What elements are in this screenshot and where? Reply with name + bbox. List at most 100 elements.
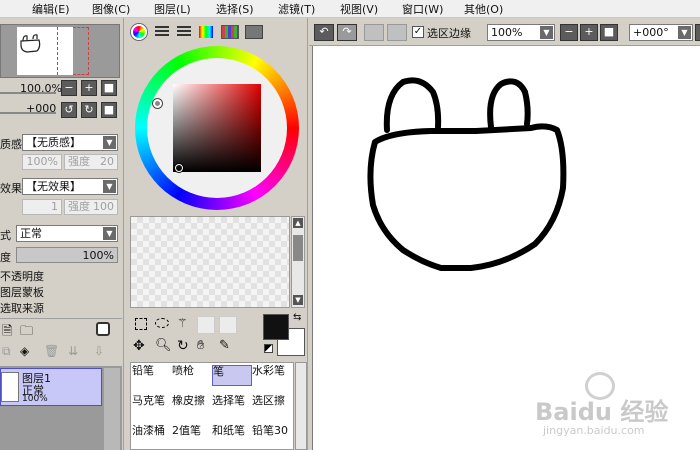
- delete-layer-icon[interactable]: 🗑: [44, 344, 59, 358]
- gradient-bar-tab-icon[interactable]: [199, 26, 213, 38]
- menu-other[interactable]: 其他(O): [464, 1, 503, 17]
- menu-window[interactable]: 窗口(W): [402, 1, 443, 17]
- effect-strength-value: 100: [93, 200, 114, 213]
- tool-pencil[interactable]: 铅笔: [132, 365, 172, 386]
- copy-layer-icon[interactable]: ⧉: [2, 344, 11, 359]
- menu-view[interactable]: 视图(V): [340, 1, 378, 17]
- texture-select[interactable]: 【无质感】 ▼: [22, 134, 118, 151]
- color-wheel-tab-icon[interactable]: [131, 24, 147, 40]
- effect-width-field[interactable]: 1: [22, 199, 62, 215]
- tool-pencil30[interactable]: 铅笔30: [252, 425, 292, 446]
- option-opacity-protect[interactable]: 不透明度: [0, 268, 44, 284]
- canvas-zoom-in-button[interactable]: +: [580, 24, 598, 41]
- magic-wand-icon[interactable]: ⚚: [177, 316, 188, 330]
- menu-edit[interactable]: 编辑(E): [32, 1, 70, 17]
- zoom-in-button[interactable]: +: [81, 80, 97, 96]
- color-tool-panel: ▲ ▼ ⚚ ✥ 🔍︎ ↻ ✋︎ ✎ ⇆ 铅笔 喷枪 笔 水彩笔 马克笔 橡皮擦 …: [125, 18, 308, 450]
- canvas-zoom-value: 100%: [491, 26, 523, 39]
- rotate-right-button[interactable]: ↻: [81, 102, 97, 118]
- watermark: Baidu 经验 jingyan.baidu.com: [535, 372, 695, 442]
- lasso-icon[interactable]: [155, 318, 169, 328]
- rect-select-icon[interactable]: [135, 318, 147, 330]
- zoom-slider[interactable]: 100.0%: [0, 82, 62, 96]
- blend-mode-select[interactable]: 正常 ▼: [16, 225, 118, 242]
- menu-image[interactable]: 图像(C): [92, 1, 130, 17]
- navigator-preview[interactable]: [0, 24, 120, 78]
- selection-edge-label: 选区边缘: [427, 27, 471, 40]
- scratchpad-scrollbar[interactable]: ▲ ▼: [291, 216, 305, 308]
- scratchpad-area[interactable]: [130, 216, 290, 308]
- texture-label: 质感: [0, 138, 22, 151]
- effect-select[interactable]: 【无效果】 ▼: [22, 178, 118, 195]
- watermark-url: jingyan.baidu.com: [543, 424, 645, 437]
- primary-color-swatch[interactable]: [263, 314, 289, 340]
- deselect-button[interactable]: [364, 24, 384, 41]
- hue-cursor[interactable]: [153, 99, 162, 108]
- menu-filter[interactable]: 滤镜(T): [278, 1, 315, 17]
- layer-list: 图层1 正常 100%: [0, 366, 122, 450]
- hand-icon[interactable]: ✋︎: [197, 338, 204, 353]
- sv-cursor[interactable]: [175, 164, 183, 172]
- selection-edge-checkbox[interactable]: ✓: [412, 26, 424, 38]
- new-folder-icon[interactable]: 🗀: [20, 322, 33, 344]
- option-selection-source[interactable]: 选取来源: [0, 300, 44, 316]
- tool-binary-pen-label: 2值笔: [172, 425, 201, 437]
- zoom-out-button[interactable]: −: [61, 80, 77, 96]
- color-wheel[interactable]: [135, 46, 299, 210]
- scroll-up-icon[interactable]: ▲: [293, 218, 303, 228]
- rotation-reset-button[interactable]: ■: [101, 102, 117, 118]
- menu-select[interactable]: 选择(S): [216, 1, 254, 17]
- swatches-tab-icon[interactable]: [221, 25, 239, 39]
- tool-brush[interactable]: 笔: [212, 365, 252, 386]
- menu-layer[interactable]: 图层(L): [154, 1, 191, 17]
- texture-strength-field[interactable]: 强度 20: [64, 154, 118, 170]
- merge-visible-icon[interactable]: ⇩: [94, 344, 104, 358]
- tool-binary-pen[interactable]: 2值笔: [172, 425, 212, 446]
- chevron-down-icon: ▼: [540, 26, 553, 39]
- tool-marker[interactable]: 马克笔: [132, 395, 172, 416]
- hsv-slider-tab-icon[interactable]: [177, 26, 191, 38]
- tool-select-pen[interactable]: 选择笔: [212, 395, 252, 416]
- rgb-slider-tab-icon[interactable]: [155, 26, 169, 38]
- texture-scale-field[interactable]: 100%: [22, 154, 62, 170]
- opacity-slider[interactable]: 100%: [16, 247, 118, 263]
- drawing-canvas[interactable]: Baidu 经验 jingyan.baidu.com: [312, 46, 700, 450]
- brush-grid-scrollbar[interactable]: [295, 362, 307, 450]
- blend-mode-value: 正常: [20, 227, 42, 240]
- rotate-left-button[interactable]: ↺: [61, 102, 77, 118]
- effect-strength-field[interactable]: 强度 100: [64, 199, 118, 215]
- zoom-reset-button[interactable]: ■: [101, 80, 117, 96]
- option-layer-mask[interactable]: 图层蒙板: [0, 284, 44, 300]
- swap-colors-icon[interactable]: ⇆: [293, 312, 301, 323]
- tool-select-eraser[interactable]: 选区擦: [252, 395, 292, 416]
- layer-list-scrollbar[interactable]: [104, 368, 120, 450]
- merge-down-icon[interactable]: ⇊: [68, 344, 78, 358]
- canvas-rotate-button[interactable]: [695, 24, 700, 41]
- clear-layer-icon[interactable]: ◈: [20, 344, 29, 358]
- layer-mask-icon[interactable]: [96, 322, 110, 336]
- canvas-zoom-out-button[interactable]: −: [560, 24, 578, 41]
- tool-watercolor[interactable]: 水彩笔: [252, 365, 292, 386]
- scroll-down-icon[interactable]: ▼: [293, 295, 303, 305]
- tool-eraser[interactable]: 橡皮擦: [172, 395, 212, 416]
- new-layer-icon[interactable]: 🗎: [2, 322, 12, 344]
- tool-airbrush[interactable]: 喷枪: [172, 365, 212, 386]
- undo-button[interactable]: ↶: [314, 24, 334, 41]
- reset-colors-icon[interactable]: [264, 344, 273, 353]
- tool-bucket[interactable]: 油漆桶: [132, 425, 172, 446]
- scroll-thumb[interactable]: [293, 235, 303, 261]
- rotation-slider[interactable]: +000: [0, 102, 56, 116]
- move-icon[interactable]: ✥: [133, 338, 145, 354]
- scratchpad-tab-icon[interactable]: [245, 25, 263, 39]
- canvas-zoom-select[interactable]: 100% ▼: [487, 24, 555, 41]
- eyedropper-icon[interactable]: ✎: [219, 338, 230, 353]
- canvas-zoom-reset-button[interactable]: ■: [600, 24, 618, 41]
- rotate-icon[interactable]: ↻: [177, 338, 189, 354]
- layer-row[interactable]: 图层1 正常 100%: [0, 368, 102, 406]
- invert-selection-button[interactable]: [387, 24, 407, 41]
- redo-button[interactable]: ↷: [337, 24, 357, 41]
- zoom-icon[interactable]: 🔍︎: [155, 338, 172, 353]
- saturation-value-square[interactable]: [173, 84, 261, 172]
- tool-washi-pen[interactable]: 和纸笔: [212, 425, 252, 446]
- canvas-rotation-select[interactable]: +000° ▼: [629, 24, 693, 41]
